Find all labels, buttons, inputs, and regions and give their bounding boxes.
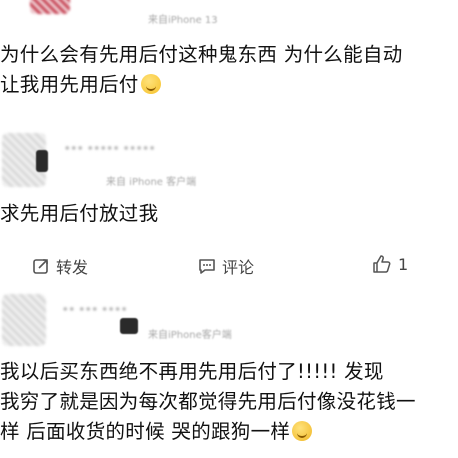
post-text-line: 我穷了就是因为每次都觉得先用后付像没花钱一 (0, 390, 416, 413)
username[interactable]: •• ••• •••• (62, 303, 127, 316)
redacted-mark (120, 318, 138, 334)
post-text: 我以后买东西绝不再用先用后付了!!!!! 发现 我穷了就是因为每次都觉得先用后付… (0, 357, 456, 447)
post-text-line: 样 后面收货的时候 哭的跟狗一样 (0, 417, 456, 447)
post-meta: 来自iPhone客户端 (148, 330, 232, 341)
post-3: •• ••• •••• 来自iPhone客户端 我以后买东西绝不再用先用后付了!… (0, 0, 458, 458)
avatar[interactable] (2, 294, 46, 346)
post-text-line: 我以后买东西绝不再用先用后付了!!!!! 发现 (0, 360, 384, 383)
crying-emoji-icon (292, 421, 313, 441)
